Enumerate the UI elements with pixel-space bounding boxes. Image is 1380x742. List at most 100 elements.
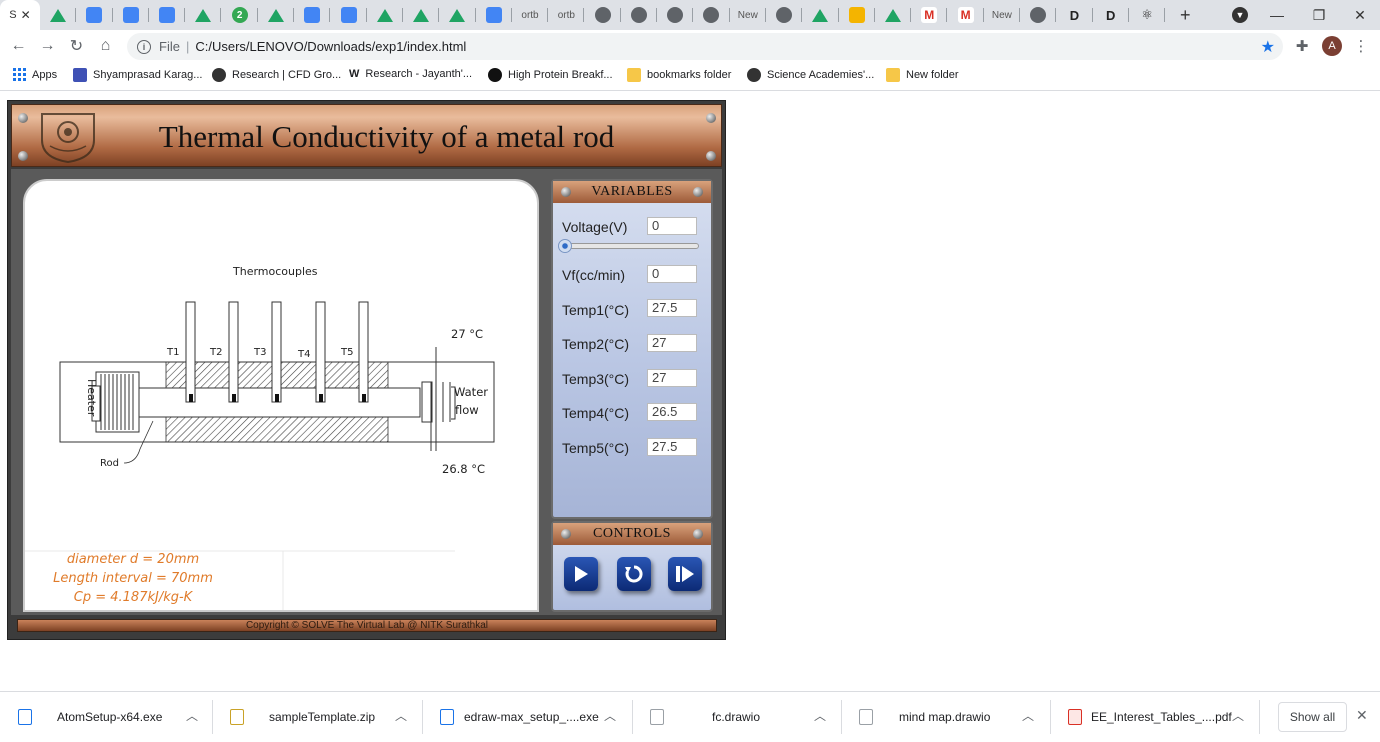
play-button[interactable] xyxy=(564,557,598,591)
download-item[interactable]: fc.drawio ︿ xyxy=(632,692,842,742)
browser-tab[interactable] xyxy=(1020,0,1057,30)
text-icon: New xyxy=(991,9,1012,21)
home-button[interactable]: ⌂ xyxy=(91,32,120,60)
tab-strip: S ✕ 2 ortb ortb New M M New D D ⚛ + ▼ — ❐ ✕ xyxy=(0,0,1380,30)
bookmark-folder[interactable]: New folder xyxy=(886,68,959,82)
browser-tab[interactable] xyxy=(766,0,803,30)
download-item[interactable]: mind map.drawio ︿ xyxy=(841,692,1051,742)
gmail-icon: M xyxy=(957,7,974,23)
minimize-button[interactable]: — xyxy=(1255,0,1299,30)
browser-tab[interactable] xyxy=(621,0,658,30)
chevron-up-icon[interactable]: ︿ xyxy=(604,707,616,724)
browser-tab[interactable] xyxy=(76,0,113,30)
tab-active[interactable]: S ✕ xyxy=(0,0,40,30)
rod-label: Rod xyxy=(100,458,119,469)
browser-tab[interactable]: 2 xyxy=(221,0,258,30)
bookmark-folder[interactable]: bookmarks folder xyxy=(627,68,731,82)
download-item[interactable]: sampleTemplate.zip ︿ xyxy=(212,692,422,742)
browser-tab[interactable] xyxy=(802,0,839,30)
tc-label-t2: T2 xyxy=(209,347,222,358)
bookmark-item[interactable]: Research | CFD Gro... xyxy=(212,68,341,82)
drive-icon xyxy=(50,8,67,22)
profile-button[interactable]: A xyxy=(1318,32,1346,60)
temp3-label: Temp3(°C) xyxy=(562,371,630,387)
browser-tab[interactable]: ortb xyxy=(548,0,585,30)
browser-tab[interactable]: M xyxy=(947,0,984,30)
screw-icon xyxy=(18,151,28,161)
step-button[interactable] xyxy=(668,557,702,591)
download-item[interactable]: edraw-max_setup_....exe ︿ xyxy=(422,692,632,742)
chevron-up-icon[interactable]: ︿ xyxy=(395,707,407,724)
browser-tab[interactable] xyxy=(330,0,367,30)
slider-handle[interactable] xyxy=(558,239,572,253)
info-block: diameter d = 20mm Length interval = 70mm… xyxy=(33,550,233,607)
voltage-slider[interactable] xyxy=(558,239,699,253)
bookmark-label: High Protein Breakf... xyxy=(508,69,613,81)
browser-tab[interactable] xyxy=(476,0,512,30)
close-window-button[interactable]: ✕ xyxy=(1338,0,1380,30)
download-name: EE_Interest_Tables_....pdf xyxy=(1091,710,1232,724)
voltage-label: Voltage(V) xyxy=(562,219,628,235)
bookmark-item[interactable]: High Protein Breakf... xyxy=(488,68,613,82)
forward-button[interactable]: → xyxy=(33,32,62,60)
chevron-up-icon[interactable]: ︿ xyxy=(186,707,198,724)
menu-button[interactable]: ⋮ xyxy=(1347,32,1375,60)
new-tab-button[interactable]: + xyxy=(1165,0,1205,30)
close-icon[interactable]: ✕ xyxy=(21,8,31,22)
download-item[interactable]: AtomSetup-x64.exe ︿ xyxy=(0,692,212,742)
pdf-file-icon xyxy=(1068,709,1082,725)
info-icon[interactable]: i xyxy=(137,39,151,54)
drive-icon xyxy=(812,8,829,22)
bookmark-item[interactable]: Shyamprasad Karag... xyxy=(73,68,202,82)
voltage-input[interactable]: 0 xyxy=(647,217,697,235)
arrow-left-icon: ← xyxy=(10,37,27,54)
bookmark-item[interactable]: Science Academies'... xyxy=(747,68,874,82)
browser-tab[interactable]: D xyxy=(1056,0,1093,30)
browser-tab[interactable] xyxy=(185,0,222,30)
bookmark-item[interactable]: W Research - Jayanth'... xyxy=(349,68,472,80)
browser-tab[interactable] xyxy=(439,0,476,30)
download-item[interactable]: EE_Interest_Tables_....pdf ︿ xyxy=(1050,692,1260,742)
reload-button[interactable]: ↻ xyxy=(62,32,91,60)
variables-panel: VARIABLES Voltage(V) 0 Vf(cc/min) 0 Temp… xyxy=(551,179,713,519)
close-icon[interactable]: ✕ xyxy=(1356,707,1368,724)
browser-tab[interactable] xyxy=(367,0,403,30)
browser-tab[interactable]: New xyxy=(730,0,766,30)
browser-tab[interactable] xyxy=(40,0,77,30)
show-all-button[interactable]: Show all xyxy=(1278,702,1347,732)
chevron-up-icon[interactable]: ︿ xyxy=(1022,707,1034,724)
browser-tab[interactable] xyxy=(403,0,440,30)
browser-tab[interactable]: ortb xyxy=(512,0,549,30)
slides-icon xyxy=(848,7,865,23)
browser-tab[interactable]: ⚛ xyxy=(1129,0,1166,30)
browser-tab[interactable]: D xyxy=(1093,0,1129,30)
browser-tab[interactable] xyxy=(258,0,295,30)
docs-icon xyxy=(159,7,176,23)
maximize-button[interactable]: ❐ xyxy=(1297,0,1341,30)
browser-tab[interactable] xyxy=(839,0,875,30)
browser-tab[interactable] xyxy=(149,0,186,30)
globe-icon xyxy=(667,7,684,23)
chevron-up-icon[interactable]: ︿ xyxy=(1232,707,1244,724)
browser-tab[interactable]: M xyxy=(911,0,948,30)
browser-tab[interactable] xyxy=(584,0,621,30)
exe-file-icon xyxy=(18,709,32,725)
browser-tab[interactable] xyxy=(693,0,730,30)
bookmark-apps[interactable]: Apps xyxy=(13,68,57,81)
reset-button[interactable] xyxy=(617,557,651,591)
heater-label: Heater xyxy=(85,379,98,417)
vf-input[interactable]: 0 xyxy=(647,265,697,283)
chevron-up-icon[interactable]: ︿ xyxy=(814,707,826,724)
browser-tab[interactable] xyxy=(657,0,694,30)
extensions-button[interactable]: ✚ xyxy=(1288,32,1316,60)
browser-tab[interactable] xyxy=(875,0,912,30)
docs-icon xyxy=(340,7,357,23)
plus-icon: + xyxy=(1179,4,1191,25)
browser-tab[interactable]: New xyxy=(984,0,1021,30)
bookmark-star-icon[interactable]: ★ xyxy=(1261,37,1275,57)
browser-tab[interactable] xyxy=(294,0,331,30)
address-bar[interactable]: i File | C:/Users/LENOVO/Downloads/exp1/… xyxy=(127,33,1283,60)
browser-tab[interactable] xyxy=(113,0,149,30)
back-button[interactable]: ← xyxy=(4,32,33,60)
temp5-value: 27.5 xyxy=(647,438,697,456)
